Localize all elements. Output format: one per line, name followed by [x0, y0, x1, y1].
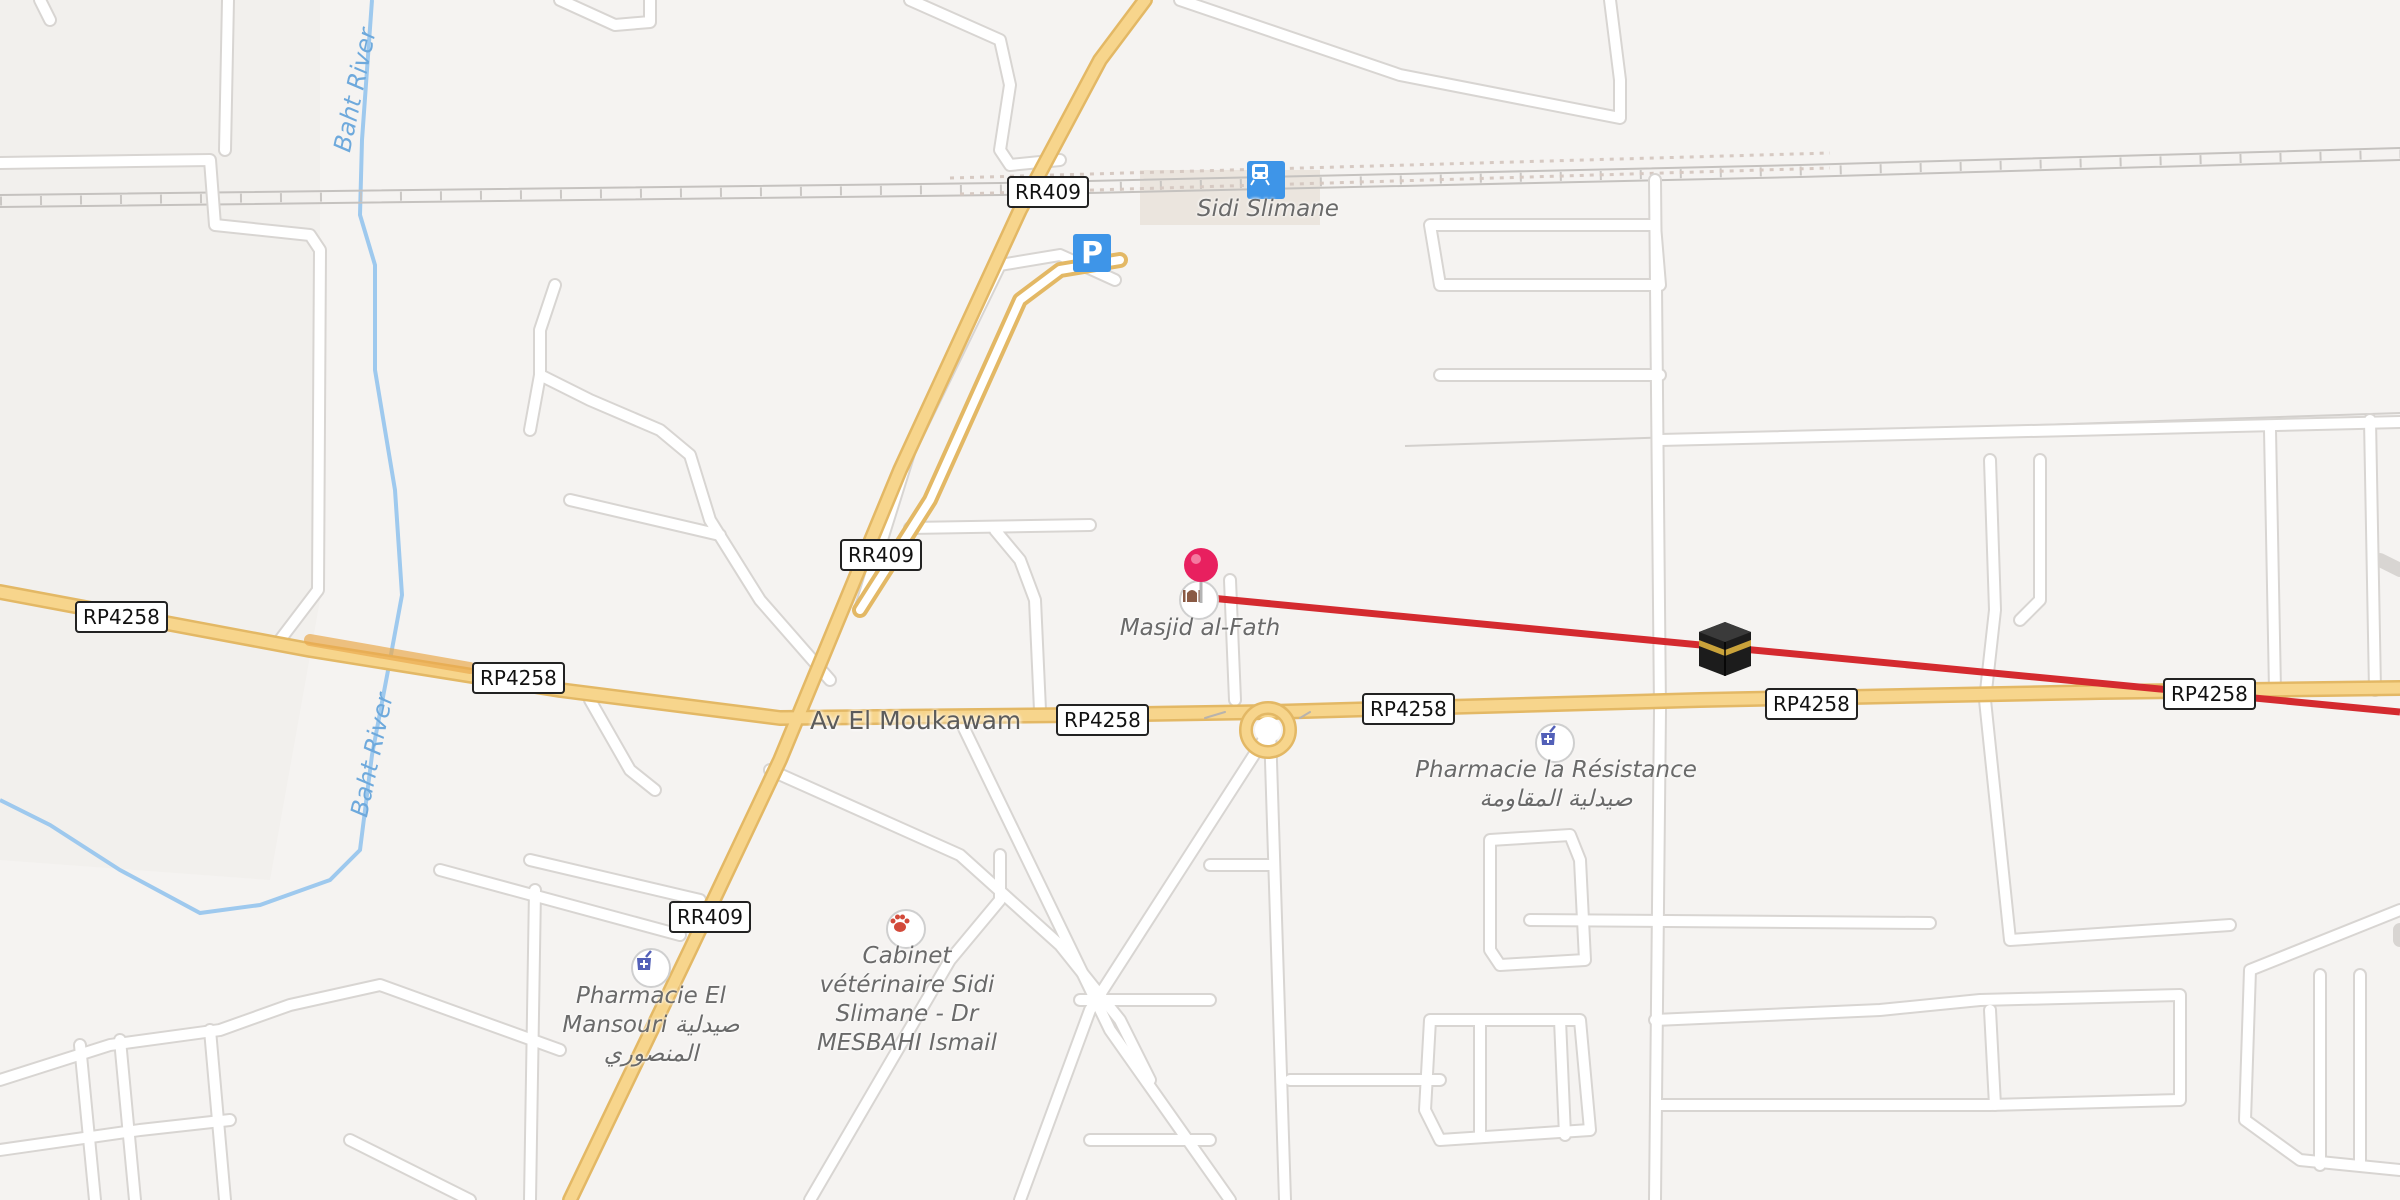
place-label-cabinet-veterinaire[interactable]: Cabinet vétérinaire Sidi Slimane - Dr ME…	[797, 942, 1017, 1058]
kaaba-icon[interactable]	[1697, 620, 1753, 678]
road-shield-rp4258: RP4258	[1765, 688, 1858, 720]
parking-icon[interactable]: P	[1073, 234, 1111, 272]
pharmacy-glyph	[637, 950, 652, 970]
street-label-av-el-moukawam: Av El Moukawam	[810, 706, 1022, 735]
pharmacie-resistance-name-ar: صيدلية المقاومة	[1479, 786, 1633, 812]
location-pin-icon[interactable]	[1180, 545, 1222, 605]
road-shield-rp4258: RP4258	[2163, 678, 2256, 710]
train-station-icon[interactable]	[1247, 161, 1285, 199]
place-label-pharmacie-resistance[interactable]: Pharmacie la Résistance صيدلية المقاومة	[1415, 756, 1697, 814]
road-shield-rr409: RR409	[840, 539, 922, 571]
map-canvas[interactable]: RR409 RR409 RR409 RP4258 RP4258 RP4258 R…	[0, 0, 2400, 1200]
paw-glyph	[890, 914, 910, 932]
road-shield-rr409: RR409	[669, 901, 751, 933]
road-shield-rp4258: RP4258	[1056, 704, 1149, 736]
road-shield-rr409: RR409	[1007, 176, 1089, 208]
landuse-area	[0, 0, 320, 880]
road-shield-rp4258: RP4258	[75, 601, 168, 633]
place-label-sidi-slimane[interactable]: Sidi Slimane	[1197, 195, 1339, 224]
place-label-pharmacie-el-mansouri[interactable]: Pharmacie El Mansouri صيدلية المنصوري	[551, 982, 751, 1069]
train-glyph	[1250, 164, 1270, 186]
road-shield-rp4258: RP4258	[472, 662, 565, 694]
place-label-masjid-al-fath[interactable]: Masjid al-Fath	[1120, 614, 1280, 643]
road-shield-rp4258: RP4258	[1362, 693, 1455, 725]
pharmacy-glyph	[1541, 725, 1556, 745]
pharmacie-resistance-name: Pharmacie la Résistance	[1415, 757, 1697, 783]
